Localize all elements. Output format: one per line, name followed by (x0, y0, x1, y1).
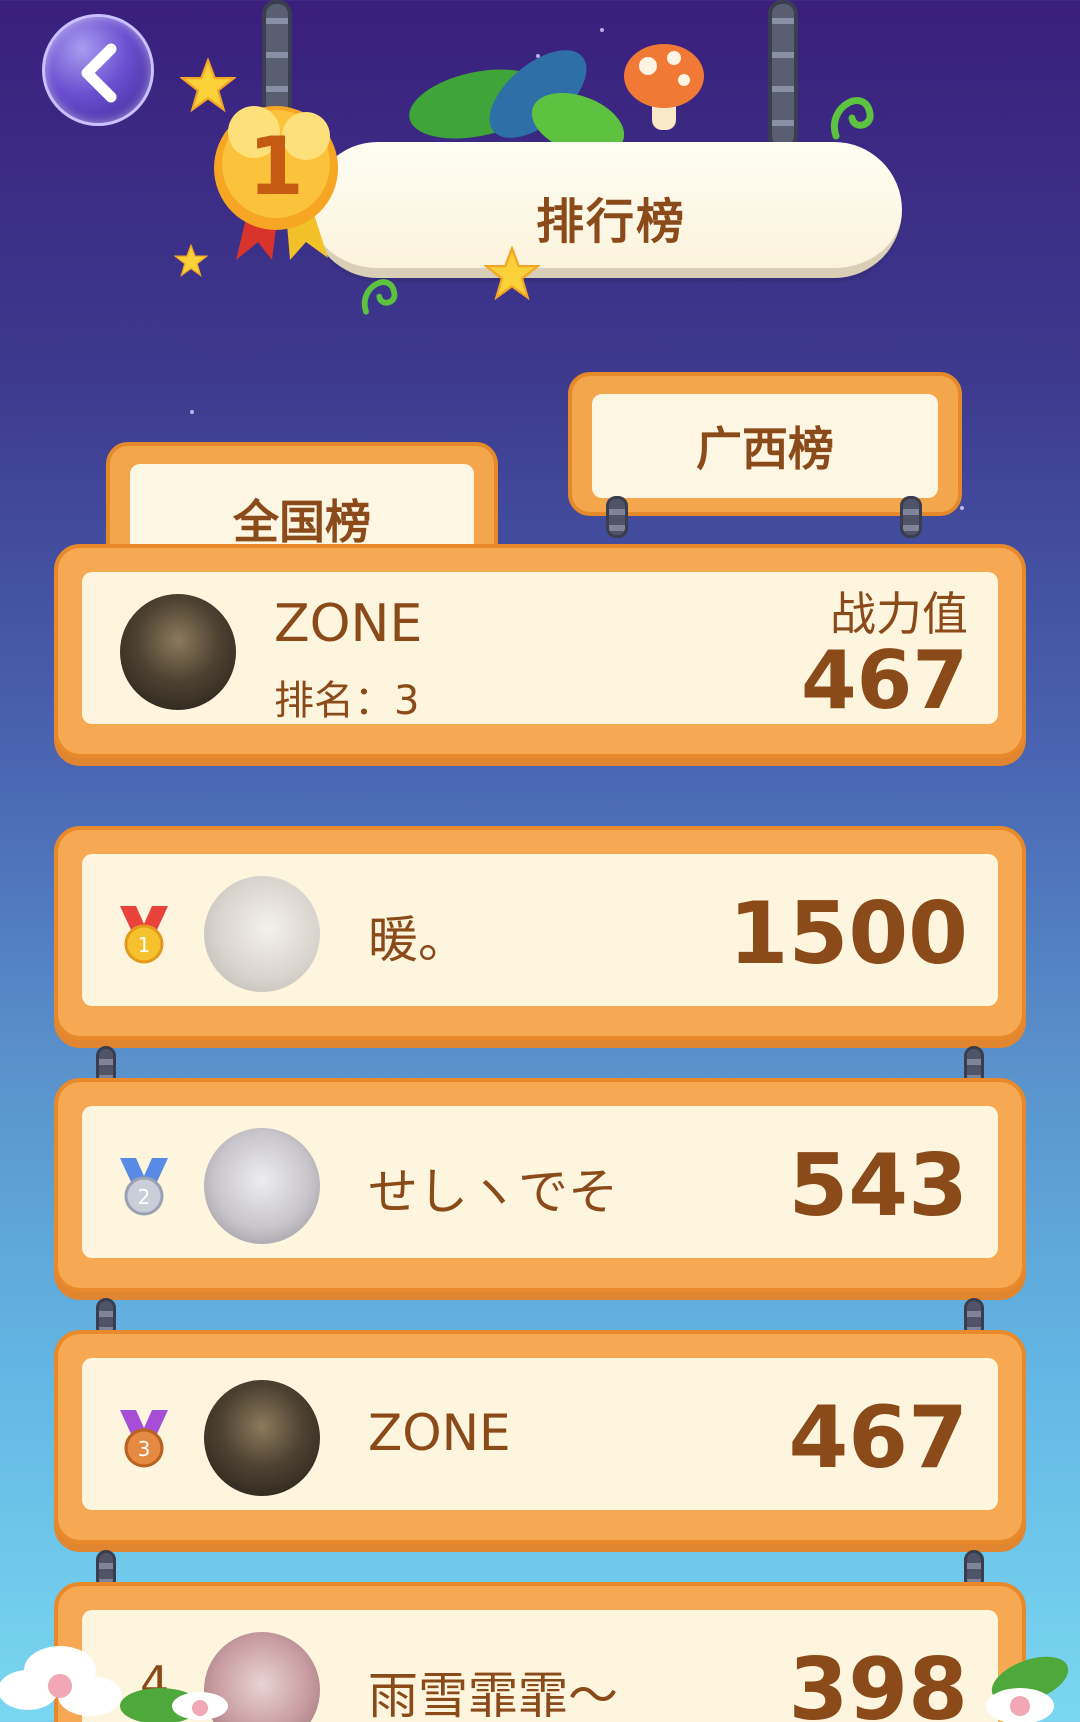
avatar[interactable] (204, 1380, 320, 1496)
tab-guangxi[interactable]: 广西榜 (568, 372, 962, 516)
page-title: 排行榜 (535, 194, 686, 250)
player-name: せしヽでそ (368, 1163, 618, 1221)
chevron-left-icon (81, 43, 117, 103)
trophy-badge-icon: 1 (214, 106, 338, 260)
silver-medal-icon: 2 (120, 1158, 168, 1216)
avatar[interactable] (120, 594, 236, 710)
leaderboard-row[interactable]: 2 せしヽでそ 543 (54, 1078, 1026, 1292)
tab-chain (900, 496, 922, 538)
sparkle (190, 410, 194, 414)
vine-curl-decoration (361, 279, 398, 315)
player-score: 467 (788, 1388, 968, 1488)
my-rank-label: 排名：3 (274, 678, 420, 724)
title-banner: 排行榜 (310, 142, 902, 278)
leaderboard-row[interactable]: 1 暖。 1500 (54, 826, 1026, 1040)
player-score: 398 (788, 1640, 968, 1722)
svg-text:3: 3 (138, 1437, 151, 1461)
star-icon (180, 58, 236, 113)
power-value: 467 (801, 634, 968, 727)
star-icon (174, 244, 208, 277)
bronze-medal-icon: 3 (120, 1410, 168, 1468)
avatar[interactable] (204, 876, 320, 992)
flower-decoration (0, 1646, 228, 1722)
player-score: 543 (788, 1136, 968, 1236)
tab-chain (606, 496, 628, 538)
flower-decoration (986, 1656, 1069, 1722)
avatar[interactable] (204, 1128, 320, 1244)
banner-chain (768, 0, 798, 150)
rank-number: 1 (248, 120, 304, 213)
my-rank-card: ZONE 排名：3 战力值 467 (54, 544, 1026, 758)
vine-curl-decoration (830, 97, 874, 140)
player-name: ZONE (368, 1404, 511, 1462)
svg-text:1: 1 (138, 933, 151, 957)
player-name: 雨雪霏霏～ (368, 1667, 618, 1722)
my-name: ZONE (274, 594, 423, 654)
mushroom-decoration (624, 44, 704, 130)
svg-text:2: 2 (138, 1185, 151, 1209)
star-icon (484, 246, 540, 301)
sparkle (960, 506, 964, 510)
gold-medal-icon: 1 (120, 906, 168, 964)
player-name: 暖。 (368, 911, 468, 969)
back-button[interactable] (42, 14, 154, 126)
leaderboard-row[interactable]: 3 ZONE 467 (54, 1330, 1026, 1544)
player-score: 1500 (728, 884, 968, 984)
tab-guangxi-label: 广西榜 (592, 394, 938, 498)
sparkle (600, 28, 604, 32)
